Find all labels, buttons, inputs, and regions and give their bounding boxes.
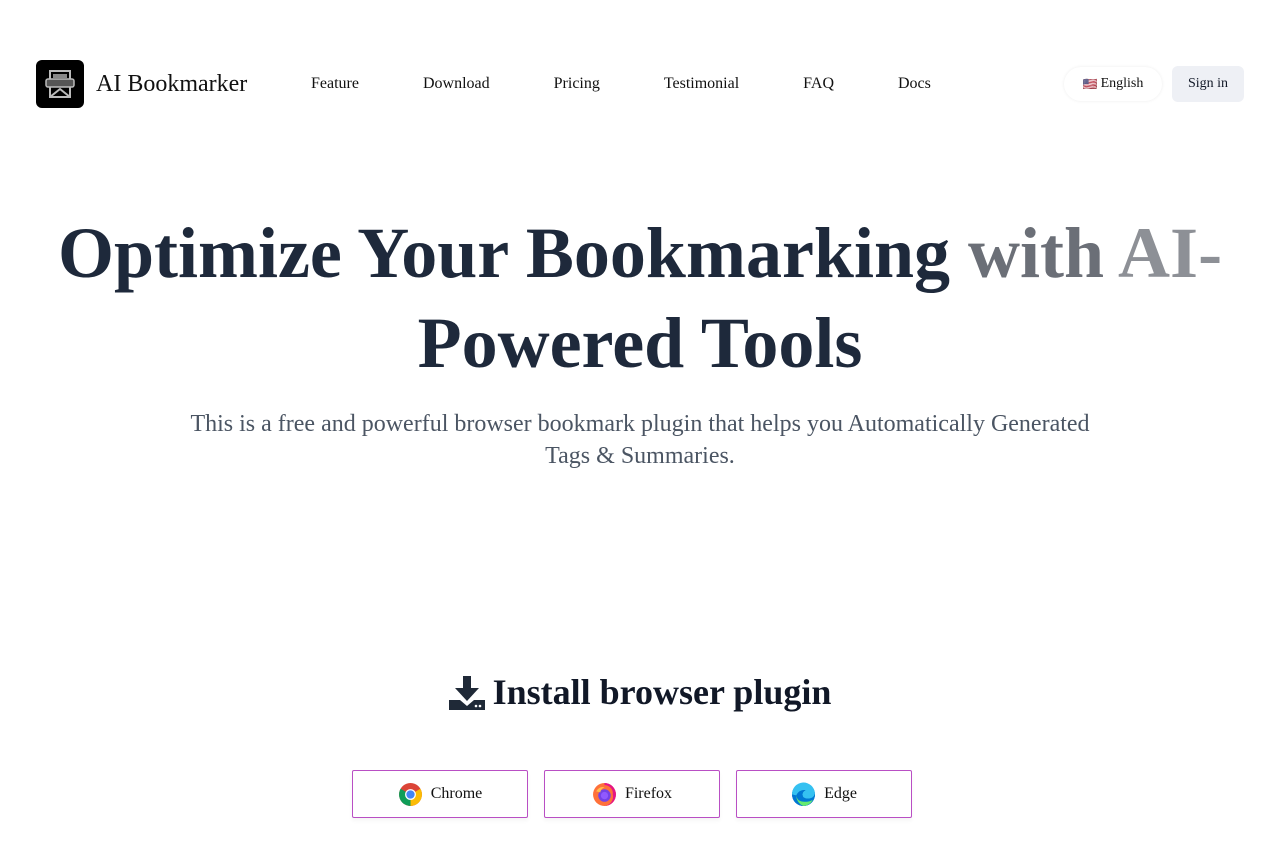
hero-title-part4: Powered Tools [417,303,863,383]
firefox-label: Firefox [624,785,673,802]
nav-testimonial[interactable]: Testimonial [632,60,771,108]
main-nav: Feature Download Pricing Testimonial FAQ… [279,60,963,108]
us-flag-icon: 🇺🇸 [1082,77,1098,91]
install-section-title: Install browser plugin [0,668,1280,716]
firefox-button[interactable]: Firefox [544,770,720,818]
firefox-icon [592,782,617,807]
nav-faq[interactable]: FAQ [771,60,866,108]
download-icon [448,674,485,710]
chrome-button[interactable]: Chrome [352,770,528,818]
chrome-label: Chrome [430,785,483,802]
edge-label: Edge [824,785,857,802]
chrome-icon [398,782,423,807]
sign-in-button[interactable]: Sign in [1172,66,1244,102]
logo[interactable] [36,60,84,108]
nav-feature[interactable]: Feature [279,60,391,108]
nav-download[interactable]: Download [391,60,522,108]
brand-name[interactable]: AI Bookmarker [96,69,247,99]
hero-title-part3: AI- [1118,213,1223,293]
hero-title: Optimize Your Bookmarking with AI- Powere… [40,208,1240,388]
nav-pricing[interactable]: Pricing [522,60,632,108]
nav-docs[interactable]: Docs [866,60,963,108]
browser-buttons: Chrome Firefox Edge [352,770,912,818]
edge-icon [791,782,816,807]
bookmark-logo-icon [45,70,75,98]
language-label: English [1100,76,1144,91]
install-title-text: Install browser plugin [492,672,832,712]
hero-title-part2: with [968,213,1119,293]
hero-subtitle: This is a free and powerful browser book… [190,411,1090,469]
edge-button[interactable]: Edge [736,770,912,818]
language-selector[interactable]: 🇺🇸 English [1064,67,1162,101]
site-header: AI Bookmarker Feature Download Pricing T… [0,60,1280,108]
hero-title-part1: Optimize Your Bookmarking [57,213,968,293]
